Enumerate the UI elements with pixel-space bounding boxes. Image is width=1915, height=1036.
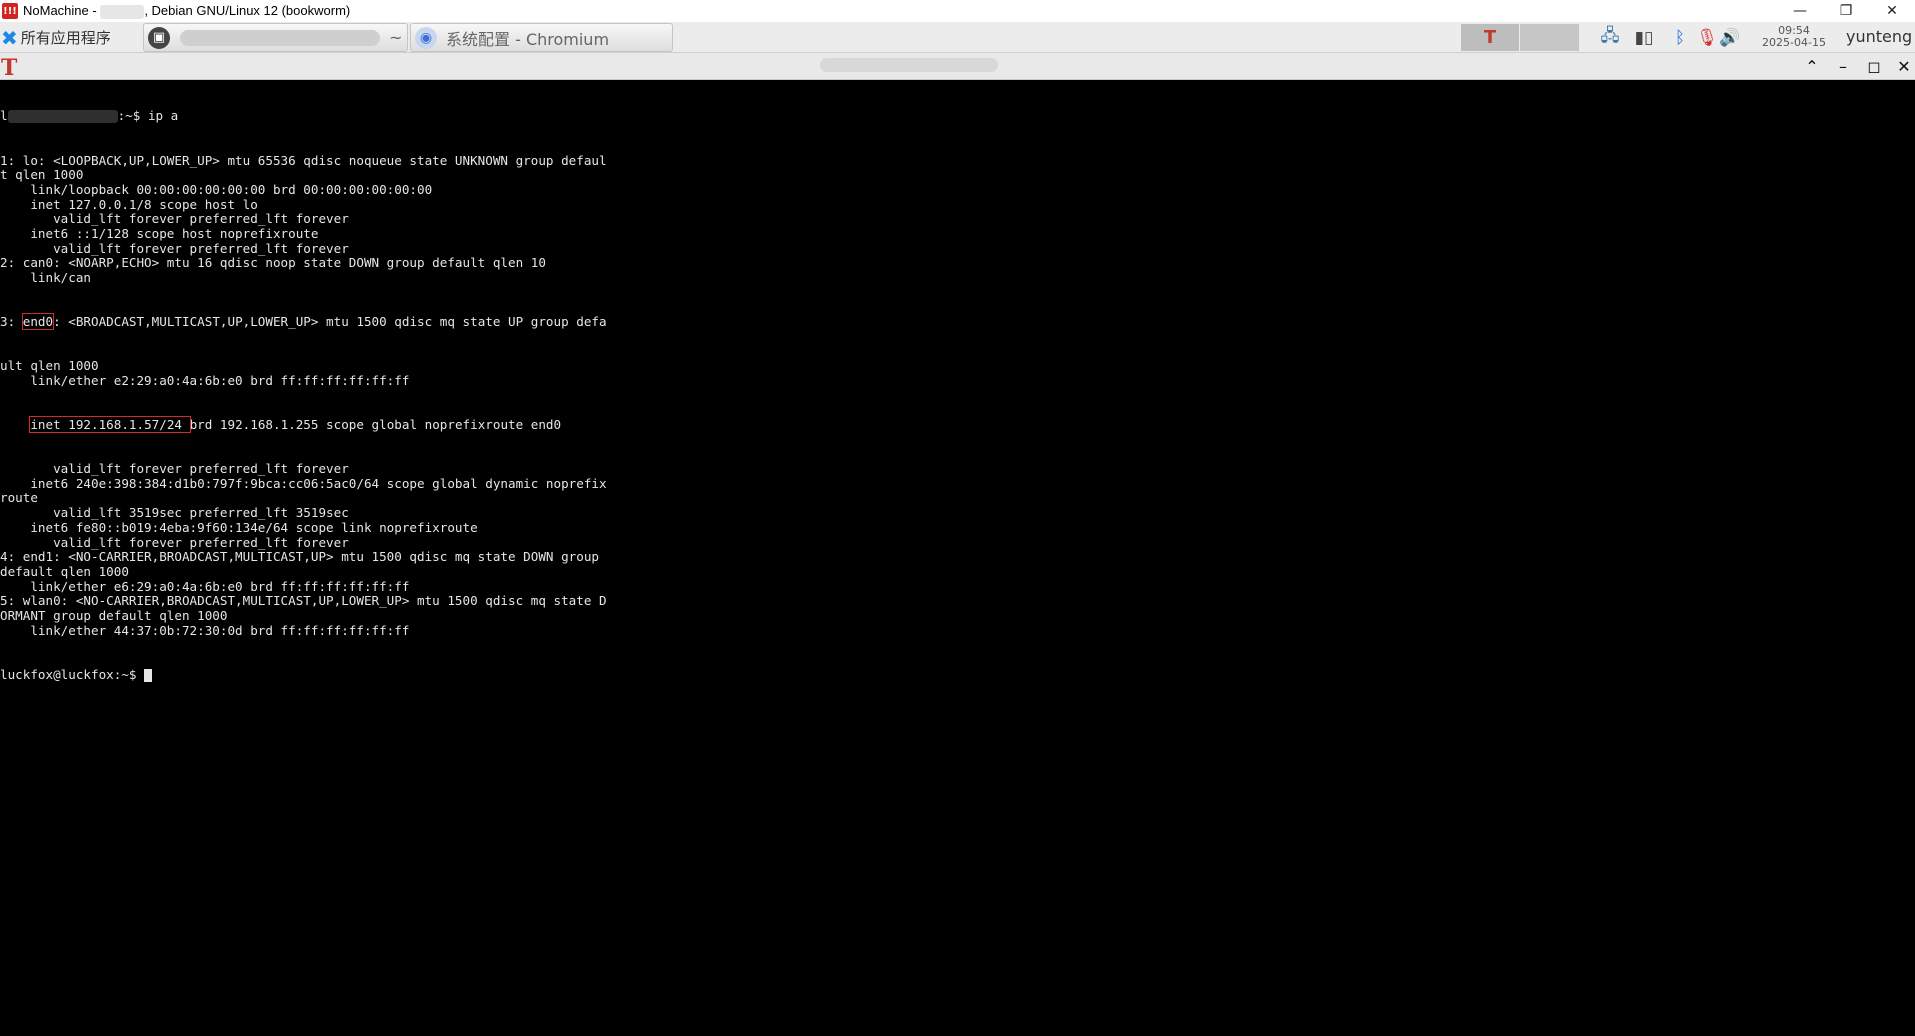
output-line: valid_lft forever preferred_lft forever bbox=[0, 211, 349, 227]
terminal-window-header: T ⌃ – ◻ ✕ bbox=[0, 53, 1915, 81]
task1-label-suffix: ~ bbox=[389, 28, 403, 47]
output-line: link/loopback 00:00:00:00:00:00 brd 00:0… bbox=[0, 181, 433, 197]
applications-menu-button[interactable]: ✖ 所有应用程序 bbox=[0, 24, 142, 51]
terminal-minimize-button[interactable]: – bbox=[1832, 55, 1854, 77]
redacted-terminal-title bbox=[820, 58, 998, 72]
output-line: link/can bbox=[0, 270, 91, 285]
output-line: link/ether e2:29:a0:4a:6b:e0 brd ff:ff:f… bbox=[0, 372, 410, 388]
terminal-logo-icon: T bbox=[1, 55, 18, 81]
applications-menu-label: 所有应用程序 bbox=[20, 29, 111, 47]
chevron-up-icon[interactable]: ⌃ bbox=[1801, 55, 1823, 77]
end0-line-prefix: 3: bbox=[0, 314, 23, 330]
ip-address-highlight: inet 192.168.1.57/24 bbox=[29, 415, 191, 433]
terminal-app-icon: ▣ bbox=[148, 26, 170, 49]
output-line: t qlen 1000 bbox=[0, 167, 84, 183]
volume-icon[interactable]: 🔊 bbox=[1718, 25, 1742, 50]
workspace-1[interactable]: T bbox=[1461, 24, 1519, 51]
window-title-prefix: NoMachine - bbox=[23, 3, 101, 19]
end0-interface-highlight: end0 bbox=[21, 313, 55, 331]
user-name[interactable]: yunteng bbox=[1846, 27, 1912, 46]
output-line: valid_lft 3519sec preferred_lft 3519sec bbox=[0, 505, 349, 521]
output-line: link/ether 44:37:0b:72:30:0d brd ff:ff:f… bbox=[0, 622, 410, 638]
output-line: ORMANT group default qlen 1000 bbox=[0, 607, 228, 623]
output-line: inet6 ::1/128 scope host noprefixroute bbox=[0, 225, 319, 241]
output-block-3: valid_lft forever preferred_lft forever … bbox=[0, 461, 660, 638]
output-line: 2: can0: <NOARP,ECHO> mtu 16 qdisc noop … bbox=[0, 255, 546, 271]
clock-date: 2025-04-15 bbox=[1762, 36, 1826, 49]
microphone-icon[interactable]: 🎙 bbox=[1696, 25, 1718, 50]
prompt-tail: :~$ bbox=[117, 108, 148, 124]
output-line: inet6 240e:398:384:d1b0:797f:9bca:cc06:5… bbox=[0, 475, 607, 491]
output-line: default qlen 1000 bbox=[0, 563, 129, 579]
output-block-1: 1: lo: <LOOPBACK,UP,LOWER_UP> mtu 65536 … bbox=[0, 152, 660, 286]
end0-line: 3: end0: <BROADCAST,MULTICAST,UP,LOWER_U… bbox=[0, 313, 660, 331]
output-line: 4: end1: <NO-CARRIER,BROADCAST,MULTICAST… bbox=[0, 549, 599, 565]
command-line: l:~$ ip a bbox=[0, 108, 179, 124]
bluetooth-icon[interactable]: ᛒ bbox=[1668, 25, 1692, 50]
output-line: 1: lo: <LOOPBACK,UP,LOWER_UP> mtu 65536 … bbox=[0, 152, 607, 168]
desktop-panel: ✖ 所有应用程序 ▣ ~ ◉ 系统配置 - Chromium T 🖧 ▮▯ ᛒ … bbox=[0, 22, 1915, 53]
command: ip a bbox=[147, 108, 179, 124]
restore-button[interactable]: ❐ bbox=[1823, 0, 1869, 22]
xfce-menu-icon: ✖ bbox=[1, 25, 18, 50]
terminal-cursor bbox=[144, 668, 153, 682]
window-title: NoMachine - , Debian GNU/Linux 12 (bookw… bbox=[23, 3, 350, 19]
window-title-suffix: , Debian GNU/Linux 12 (bookworm) bbox=[144, 3, 351, 19]
output-line: link/ether e6:29:a0:4a:6b:e0 brd ff:ff:f… bbox=[0, 578, 410, 594]
output-line: valid_lft forever preferred_lft forever bbox=[0, 461, 349, 477]
window-titlebar: !!! NoMachine - , Debian GNU/Linux 12 (b… bbox=[0, 0, 1915, 22]
window-controls: — ❐ ✕ bbox=[1777, 0, 1915, 22]
close-button[interactable]: ✕ bbox=[1869, 0, 1915, 22]
task2-label: 系统配置 - Chromium bbox=[446, 29, 610, 49]
workspace-terminal-icon: T bbox=[1483, 27, 1497, 48]
inet-rest: brd 192.168.1.255 scope global noprefixr… bbox=[189, 416, 562, 432]
terminal-output[interactable]: l:~$ ip a 1: lo: <LOOPBACK,UP,LOWER_UP> … bbox=[0, 80, 660, 697]
taskbar-item-terminal[interactable]: ▣ ~ bbox=[143, 23, 408, 52]
network-icon[interactable]: 🖧 bbox=[1596, 25, 1624, 50]
terminal-close-button[interactable]: ✕ bbox=[1893, 55, 1915, 77]
output-line: 5: wlan0: <NO-CARRIER,BROADCAST,MULTICAS… bbox=[0, 593, 607, 609]
output-line: valid_lft forever preferred_lft forever bbox=[0, 240, 349, 256]
output-line: inet6 fe80::b019:4eba:9f60:134e/64 scope… bbox=[0, 519, 478, 535]
nomachine-logo-icon: !!! bbox=[2, 3, 18, 19]
workspace-2[interactable] bbox=[1520, 24, 1579, 51]
output-line: route bbox=[0, 490, 38, 506]
end0-line-rest: : <BROADCAST,MULTICAST,UP,LOWER_UP> mtu … bbox=[53, 314, 607, 330]
redacted-hostname bbox=[100, 4, 145, 19]
chromium-icon: ◉ bbox=[415, 26, 437, 49]
output-line: ult qlen 1000 bbox=[0, 358, 99, 374]
redacted-task-title bbox=[180, 29, 380, 46]
redacted-prompt bbox=[7, 110, 118, 124]
signal-icon[interactable]: ▮▯ bbox=[1630, 25, 1658, 50]
final-prompt-line: luckfox@luckfox:~$ bbox=[0, 666, 660, 683]
inet-indent bbox=[0, 417, 30, 432]
clock[interactable]: 09:54 2025-04-15 bbox=[1755, 25, 1833, 49]
final-prompt: luckfox@luckfox:~$ bbox=[0, 666, 145, 682]
minimize-button[interactable]: — bbox=[1777, 0, 1823, 22]
taskbar-item-chromium[interactable]: ◉ 系统配置 - Chromium bbox=[410, 23, 673, 52]
output-line: valid_lft forever preferred_lft forever bbox=[0, 534, 349, 550]
output-block-2: ult qlen 1000 link/ether e2:29:a0:4a:6b:… bbox=[0, 358, 660, 388]
inet-line: inet 192.168.1.57/24 brd 192.168.1.255 s… bbox=[0, 415, 660, 433]
output-line: inet 127.0.0.1/8 scope host lo bbox=[0, 196, 258, 212]
terminal-maximize-button[interactable]: ◻ bbox=[1863, 55, 1885, 77]
